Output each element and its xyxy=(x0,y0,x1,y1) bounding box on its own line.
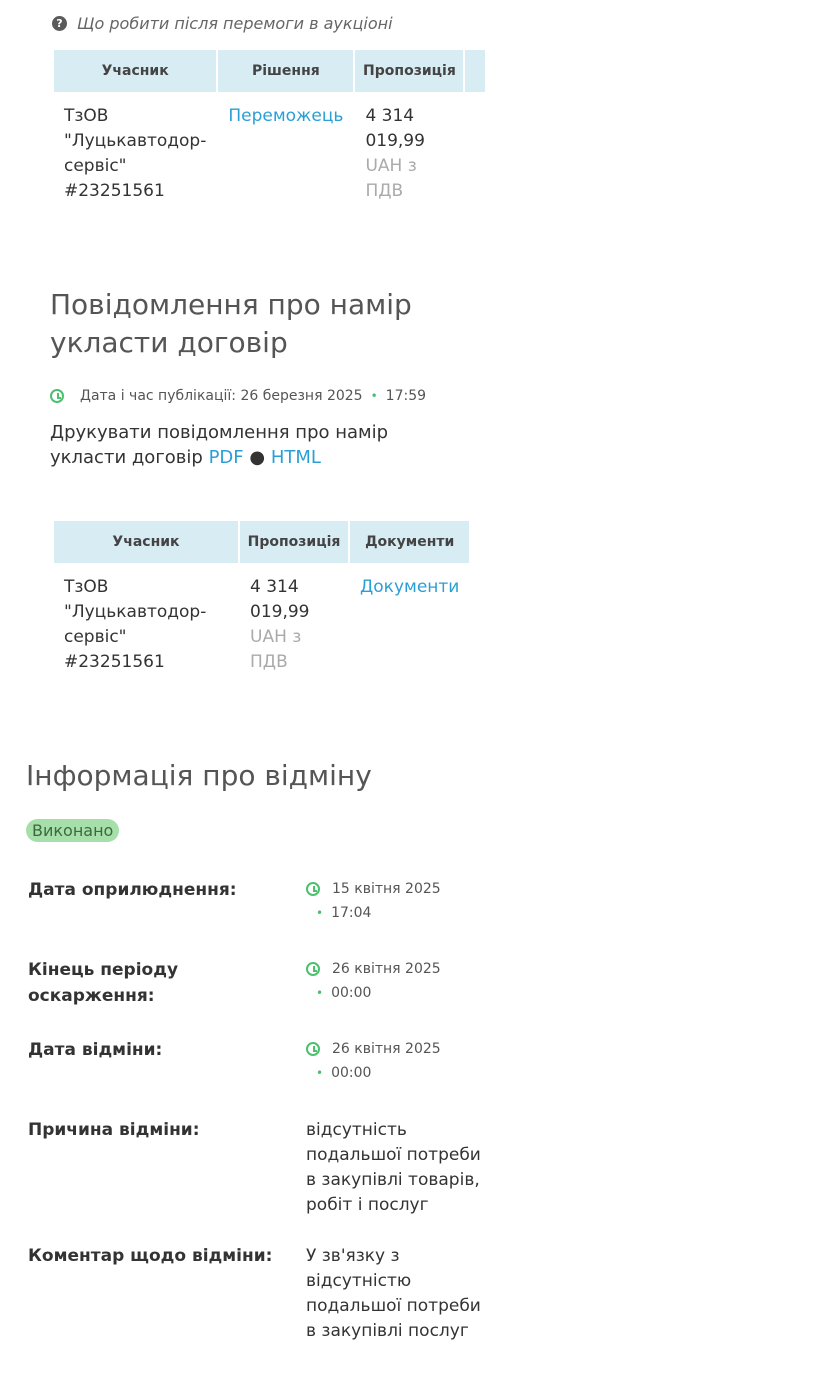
field-value-date: 26 квітня 2025 • 00:00 xyxy=(306,961,441,1001)
dot-separator: • xyxy=(370,389,378,403)
field-label: Дата оприлюднення: xyxy=(28,880,237,900)
pdf-link[interactable]: PDF xyxy=(209,447,244,468)
pub-time: 17:59 xyxy=(385,388,427,404)
participant-name: ТзОВ "Луцькавтодор-сервіс" #23251561 xyxy=(64,106,207,201)
cancel-title: Інформація про відміну xyxy=(26,759,372,792)
time-text: 00:00 xyxy=(331,1065,372,1081)
help-link[interactable]: ? Що робити після перемоги в аукціоні xyxy=(52,14,393,33)
help-text: Що робити після перемоги в аукціоні xyxy=(77,14,393,33)
col-offer: Пропозиція xyxy=(240,521,348,563)
clock-icon xyxy=(306,1042,320,1056)
col-documents: Документи xyxy=(350,521,470,563)
table-row: ТзОВ "Луцькавтодор-сервіс" #23251561 4 3… xyxy=(54,563,469,675)
html-link[interactable]: HTML xyxy=(271,447,321,468)
offer-currency: UAH з ПДВ xyxy=(250,627,302,672)
field-value-date: 26 квітня 2025 • 00:00 xyxy=(306,1041,441,1081)
auction-table: Учасник Рішення Пропозиція ТзОВ "Луцькав… xyxy=(52,50,487,204)
comment-label: Коментар щодо відміни: xyxy=(28,1246,273,1266)
date-text: 26 квітня 2025 xyxy=(332,1041,441,1057)
col-participant: Учасник xyxy=(54,50,217,92)
link-separator: ● xyxy=(249,447,266,468)
field-label: Дата відміни: xyxy=(28,1040,163,1060)
field-value-date: 15 квітня 2025 • 17:04 xyxy=(306,881,441,921)
participant-name: ТзОВ "Луцькавтодор-сервіс" #23251561 xyxy=(64,577,207,672)
time-text: 00:00 xyxy=(331,985,372,1001)
time-text: 17:04 xyxy=(331,905,372,921)
winner-link[interactable]: Переможець xyxy=(228,106,343,126)
intent-section: Повідомлення про намір укласти договір xyxy=(50,286,430,362)
documents-link[interactable]: Документи xyxy=(360,577,459,597)
dot-separator: • xyxy=(316,906,324,920)
col-decision: Рішення xyxy=(218,50,354,92)
col-offer: Пропозиція xyxy=(355,50,464,92)
offer-amount: 4 314 019,99 xyxy=(250,577,310,622)
col-participant: Учасник xyxy=(54,521,238,563)
print-notice: Друкувати повідомлення про намір укласти… xyxy=(50,420,430,470)
reason-label: Причина відміни: xyxy=(28,1120,200,1140)
clock-icon xyxy=(50,389,64,403)
table-row: ТзОВ "Луцькавтодор-сервіс" #23251561 Пер… xyxy=(54,92,485,204)
intent-title: Повідомлення про намір укласти договір xyxy=(50,288,412,359)
clock-icon xyxy=(306,882,320,896)
pub-label: Дата і час публікації: 26 березня 2025 xyxy=(80,388,363,404)
offer-amount: 4 314 019,99 xyxy=(365,106,425,151)
col-extra xyxy=(465,50,486,92)
status-label: Виконано xyxy=(26,819,120,842)
date-text: 26 квітня 2025 xyxy=(332,961,441,977)
reason-value: відсутність подальшої потреби в закупівл… xyxy=(306,1120,481,1215)
intent-pub-date: Дата і час публікації: 26 березня 2025 •… xyxy=(50,388,426,404)
status-badge: Виконано xyxy=(26,819,120,842)
intent-table: Учасник Пропозиція Документи ТзОВ "Луцьк… xyxy=(52,521,471,675)
field-label: Кінець періоду оскарження: xyxy=(28,960,179,1006)
clock-icon xyxy=(306,962,320,976)
dot-separator: • xyxy=(316,986,324,1000)
date-text: 15 квітня 2025 xyxy=(332,881,441,897)
question-circle-icon: ? xyxy=(52,16,67,31)
dot-separator: • xyxy=(316,1066,324,1080)
comment-value: У зв'язку з відсутністю подальшої потреб… xyxy=(306,1246,481,1341)
offer-currency: UAH з ПДВ xyxy=(365,156,417,201)
